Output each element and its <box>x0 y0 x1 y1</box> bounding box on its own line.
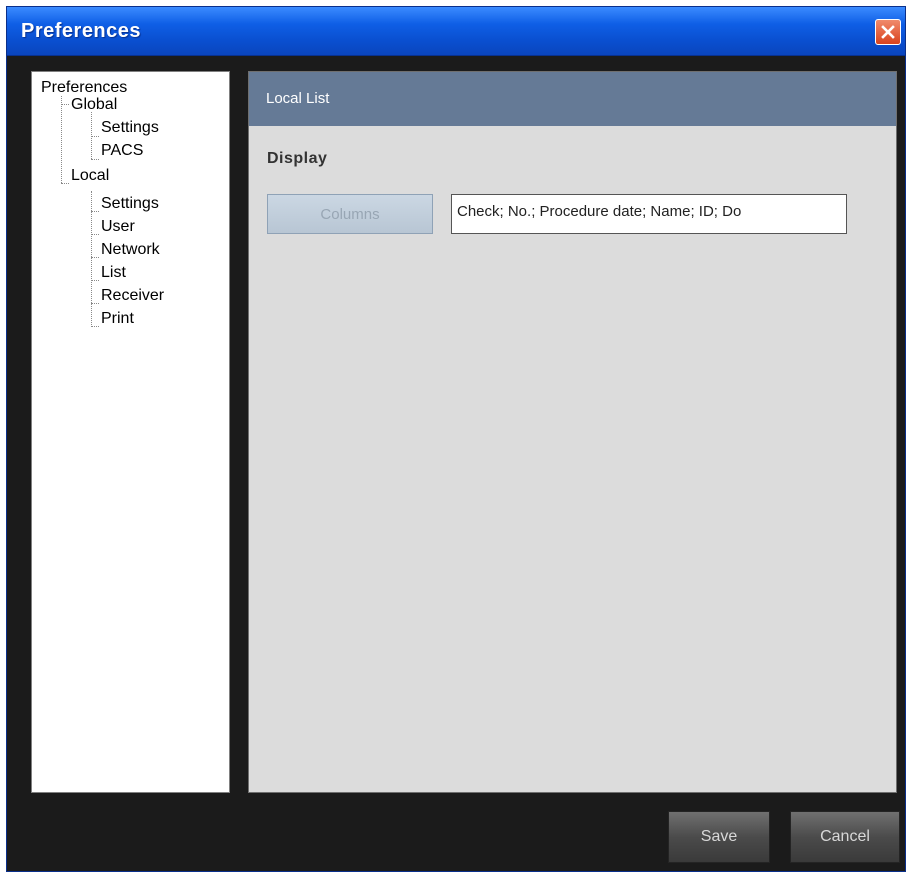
tree-connector <box>91 136 99 137</box>
save-button[interactable]: Save <box>668 811 770 863</box>
tree-node-local-network[interactable]: Network <box>101 242 160 258</box>
tree-node-global[interactable]: Global <box>71 97 117 113</box>
tree-node-local-print[interactable]: Print <box>101 311 134 327</box>
settings-panel: Local List Display Columns Check; No.; P… <box>248 71 897 793</box>
panel-header: Local List <box>249 72 896 126</box>
tree-node-global-settings[interactable]: Settings <box>101 120 159 136</box>
tree-node-local[interactable]: Local <box>71 168 109 184</box>
tree-connector <box>61 104 69 105</box>
tree-connector <box>91 234 99 235</box>
preferences-tree: Preferences Global Settings PACS Local S… <box>31 71 230 793</box>
close-button[interactable] <box>875 19 901 45</box>
columns-button[interactable]: Columns <box>267 194 433 234</box>
tree-node-local-list[interactable]: List <box>101 265 126 281</box>
tree-node-local-user[interactable]: User <box>101 219 135 235</box>
tree-node-global-pacs[interactable]: PACS <box>101 143 143 159</box>
tree-node-local-settings[interactable]: Settings <box>101 196 159 212</box>
tree-connector <box>91 280 99 281</box>
tree-connector <box>61 183 69 184</box>
panel-title: Local List <box>266 90 330 107</box>
title-bar[interactable]: Preferences <box>7 7 905 56</box>
tree-connector <box>91 303 99 304</box>
cancel-button[interactable]: Cancel <box>790 811 900 863</box>
tree-connector <box>61 96 62 183</box>
close-icon <box>880 24 896 40</box>
tree-connector <box>91 211 99 212</box>
window-title: Preferences <box>21 20 142 42</box>
columns-field[interactable]: Check; No.; Procedure date; Name; ID; Do <box>451 194 847 234</box>
display-section-label: Display <box>267 150 328 167</box>
tree-node-local-receiver[interactable]: Receiver <box>101 288 164 304</box>
tree-connector <box>91 326 99 327</box>
tree-connector <box>91 159 99 160</box>
preferences-window: Preferences Preferences Global Settings … <box>6 6 906 872</box>
tree-connector <box>91 257 99 258</box>
tree-node-preferences[interactable]: Preferences <box>41 80 127 96</box>
